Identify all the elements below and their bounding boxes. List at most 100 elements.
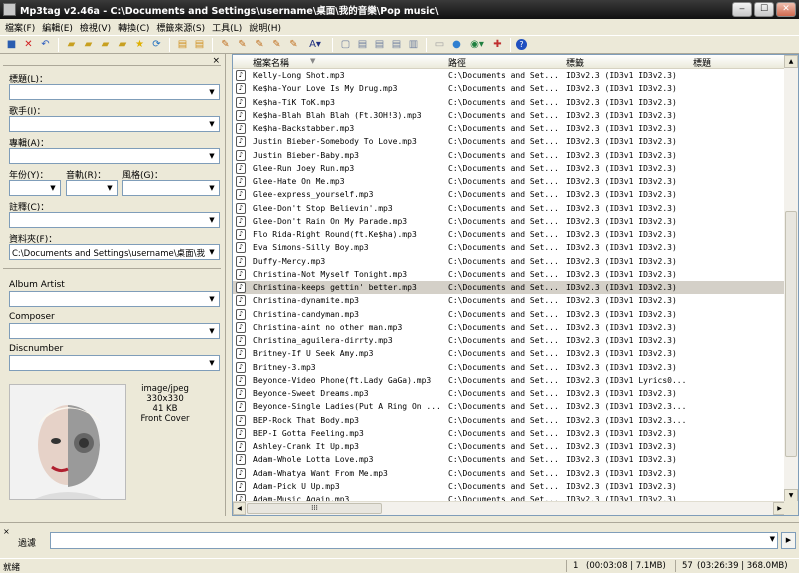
- scroll-left-icon[interactable]: ◀: [233, 502, 246, 515]
- cell-filename: Glee-Don't Rain On My Parade.mp3: [253, 216, 408, 226]
- table-row[interactable]: ♪ Glee-express_yourself.mp3 C:\Documents a…: [233, 188, 786, 201]
- table-row[interactable]: ♪ Flo Rida-Right Round(ft.Ke$ha).mp3 C:\Do…: [233, 228, 786, 241]
- web-icon[interactable]: ▭: [432, 37, 447, 52]
- hscroll-thumb[interactable]: ⁞⁞⁞: [247, 503, 382, 514]
- horizontal-scrollbar[interactable]: ◀ ⁞⁞⁞ ▶: [233, 501, 786, 515]
- cell-filename: Ke$ha-Backstabber.mp3: [253, 124, 355, 133]
- table-row[interactable]: ♪ Duffy-Mercy.mp3 C:\Documents and Set... I…: [233, 255, 786, 268]
- refresh-icon[interactable]: ⟳: [149, 37, 164, 52]
- table-row[interactable]: ♪ Beyonce-Single Ladies(Put A Ring On ...…: [233, 400, 786, 413]
- tag-sources-icon[interactable]: ▤: [389, 37, 404, 52]
- album-artist-field[interactable]: ▼: [9, 291, 220, 307]
- help-icon[interactable]: ?: [516, 39, 527, 50]
- track-field[interactable]: ▼: [66, 180, 118, 196]
- menu-file[interactable]: 檔案(F): [2, 21, 39, 34]
- genre-field[interactable]: ▼: [122, 180, 220, 196]
- open-folder-icon[interactable]: ▰: [98, 37, 113, 52]
- print-icon[interactable]: ▥: [406, 37, 421, 52]
- save-icon[interactable]: ■: [4, 37, 19, 52]
- scroll-thumb[interactable]: [785, 211, 797, 457]
- favorite-star-icon[interactable]: ★: [132, 37, 147, 52]
- discnumber-field[interactable]: ▼: [9, 355, 220, 371]
- settings-icon[interactable]: ✚: [490, 37, 505, 52]
- table-row[interactable]: ♪ Ke$ha-Blah Blah Blah (Ft.3OH!3).mp3 C:\D…: [233, 109, 786, 122]
- menu-edit[interactable]: 編輯(E): [39, 21, 77, 34]
- table-row[interactable]: ♪ Britney-If U Seek Amy.mp3 C:\Documents a…: [233, 347, 786, 360]
- minimize-button[interactable]: ‒: [732, 2, 752, 17]
- web-source-icon[interactable]: ✎: [286, 37, 301, 52]
- table-row[interactable]: ♪ Christina_aguilera-dirrty.mp3 C:\Documen…: [233, 334, 786, 347]
- table-row[interactable]: ♪ Christina-aint no other man.mp3 C:\Docum…: [233, 321, 786, 334]
- table-row[interactable]: ♪ Christina-candyman.mp3 C:\Documents and …: [233, 308, 786, 321]
- table-row[interactable]: ♪ Adam-Whatya Want From Me.mp3 C:\Document…: [233, 467, 786, 480]
- table-row[interactable]: ♪ Glee-Run Joey Run.mp3 C:\Documents and S…: [233, 162, 786, 175]
- directory-field[interactable]: C:\Documents and Settings\username\桌面\我的…: [9, 244, 220, 260]
- filter-go-button[interactable]: ▶: [781, 532, 796, 549]
- table-row[interactable]: ♪ Glee-Hate On Me.mp3 C:\Documents and Set…: [233, 175, 786, 188]
- table-row[interactable]: ♪ Glee-Don't Stop Believin'.mp3 C:\Documen…: [233, 202, 786, 215]
- column-tag[interactable]: 標籤: [566, 56, 584, 69]
- table-row[interactable]: ♪ Ke$ha-Backstabber.mp3 C:\Documents and S…: [233, 122, 786, 135]
- menu-view[interactable]: 檢視(V): [77, 21, 115, 34]
- table-row[interactable]: ♪ Ashley-Crank It Up.mp3 C:\Documents and …: [233, 440, 786, 453]
- scroll-up-icon[interactable]: ▲: [784, 55, 798, 68]
- table-row[interactable]: ♪ Eva Simons-Silly Boy.mp3 C:\Documents an…: [233, 241, 786, 254]
- table-row[interactable]: ♪ Beyonce-Sweet Dreams.mp3 C:\Documents an…: [233, 387, 786, 400]
- column-filename[interactable]: 檔案名稱: [253, 56, 289, 69]
- table-row[interactable]: ♪ Ke$ha-TiK ToK.mp3 C:\Documents and Set..…: [233, 96, 786, 109]
- playlist-icon[interactable]: ▤: [372, 37, 387, 52]
- convert-icon[interactable]: ✎: [269, 37, 284, 52]
- filename-to-tag-icon[interactable]: ▤: [192, 37, 207, 52]
- options-icon[interactable]: ●: [449, 37, 464, 52]
- edit-icon[interactable]: ▢: [338, 37, 353, 52]
- table-row[interactable]: ♪ BEP-Rock That Body.mp3 C:\Documents and …: [233, 414, 786, 427]
- chevron-down-icon: ▼: [50, 184, 56, 192]
- case-conversion-icon[interactable]: A▾: [303, 37, 327, 52]
- table-row[interactable]: ♪ Adam-Pick U Up.mp3 C:\Documents and Set.…: [233, 480, 786, 493]
- format-icon[interactable]: ✎: [218, 37, 233, 52]
- add-dir-icon[interactable]: ▰: [81, 37, 96, 52]
- folder-icon[interactable]: ▰: [115, 37, 130, 52]
- table-row[interactable]: ♪ Christina-Not Myself Tonight.mp3 C:\Docu…: [233, 268, 786, 281]
- filter-close-icon[interactable]: ×: [3, 527, 10, 536]
- undo-icon[interactable]: ↶: [38, 37, 53, 52]
- filter-input[interactable]: ▼: [50, 532, 778, 549]
- album-field[interactable]: ▼: [9, 148, 220, 164]
- table-row[interactable]: ♪ BEP-I Gotta Feeling.mp3 C:\Documents and…: [233, 427, 786, 440]
- chevron-down-icon: ▼: [209, 295, 215, 303]
- vertical-scrollbar[interactable]: ▲ ▼: [784, 55, 798, 502]
- quick-action-icon[interactable]: ✎: [252, 37, 267, 52]
- cell-path: C:\Documents and Set...: [448, 442, 559, 451]
- table-row[interactable]: ♪ Adam-Whole Lotta Love.mp3 C:\Documents a…: [233, 453, 786, 466]
- table-row[interactable]: ♪ Justin Bieber-Somebody To Love.mp3 C:\Do…: [233, 135, 786, 148]
- table-row[interactable]: ♪ Glee-Don't Rain On My Parade.mp3 C:\Docu…: [233, 215, 786, 228]
- text-export-icon[interactable]: ▤: [355, 37, 370, 52]
- table-row[interactable]: ♪ Britney-3.mp3 C:\Documents and Set... ID3…: [233, 361, 786, 374]
- cover-art-image[interactable]: [9, 384, 126, 500]
- table-row[interactable]: ♪ Justin Bieber-Baby.mp3 C:\Documents and …: [233, 149, 786, 162]
- table-row[interactable]: ♪ Christina-keeps gettin' better.mp3 C:\Do…: [233, 281, 786, 295]
- actions-icon[interactable]: ✎: [235, 37, 250, 52]
- column-path[interactable]: 路徑: [448, 56, 466, 69]
- table-row[interactable]: ♪ Kelly-Long Shot.mp3 C:\Documents and Set…: [233, 69, 786, 82]
- table-row[interactable]: ♪ Beyonce-Video Phone(ft.Lady GaGa).mp3 C:…: [233, 374, 786, 387]
- menu-bar: 檔案(F) 編輯(E) 檢視(V) 轉換(C) 標籤來源(S) 工具(L) 說明…: [0, 19, 799, 35]
- table-row[interactable]: ♪ Ke$ha-Your Love Is My Drug.mp3 C:\Docume…: [233, 82, 786, 95]
- close-button[interactable]: ✕: [776, 2, 796, 17]
- menu-tools[interactable]: 工具(L): [209, 21, 246, 34]
- menu-tag-sources[interactable]: 標籤來源(S): [153, 21, 209, 34]
- menu-convert[interactable]: 轉換(C): [115, 21, 153, 34]
- change-dir-icon[interactable]: ▰: [64, 37, 79, 52]
- comment-field[interactable]: ▼: [9, 212, 220, 228]
- tag-to-filename-icon[interactable]: ▤: [175, 37, 190, 52]
- remove-tag-icon[interactable]: ✕: [21, 37, 36, 52]
- menu-help[interactable]: 說明(H): [246, 21, 285, 34]
- tools-icon[interactable]: ◉▾: [466, 37, 488, 52]
- table-row[interactable]: ♪ Christina-dynamite.mp3 C:\Documents and …: [233, 294, 786, 307]
- year-field[interactable]: ▼: [9, 180, 61, 196]
- artist-field[interactable]: ▼: [9, 116, 220, 132]
- maximize-button[interactable]: ☐: [754, 2, 774, 17]
- column-title[interactable]: 標題: [693, 56, 711, 69]
- title-field[interactable]: ▼: [9, 84, 220, 100]
- composer-field[interactable]: ▼: [9, 323, 220, 339]
